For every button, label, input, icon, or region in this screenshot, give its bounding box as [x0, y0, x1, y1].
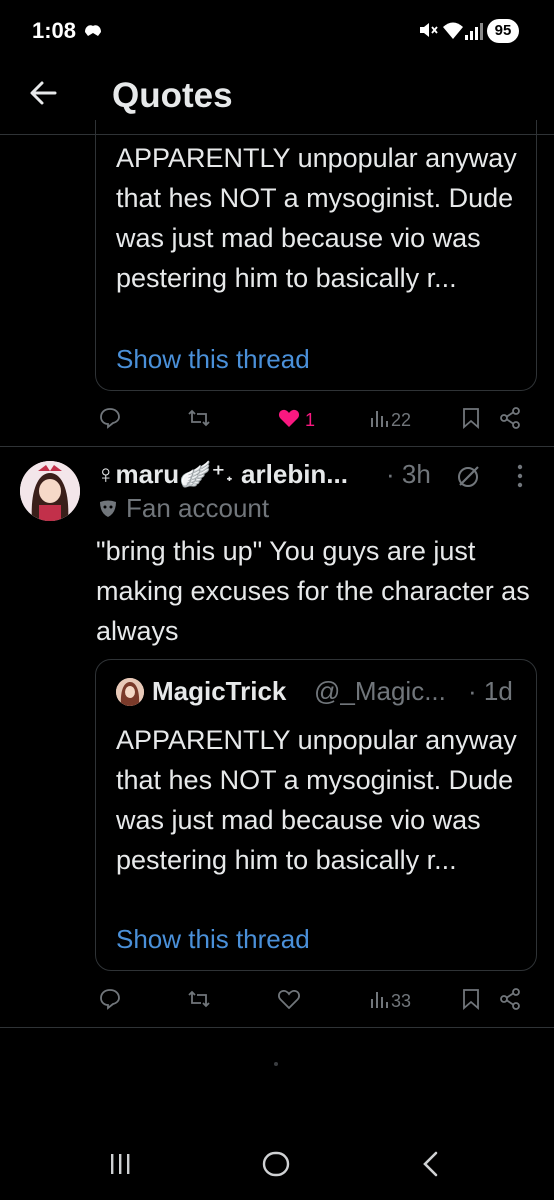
avatar[interactable] [20, 461, 80, 521]
notification-icon [82, 20, 104, 45]
quoted-post-card[interactable]: APPARENTLY unpopular anyway that hes NOT… [95, 120, 537, 391]
system-nav-bar [0, 1120, 554, 1200]
like-icon[interactable] [278, 989, 300, 1014]
post-text: "bring this up" You guys are just making… [96, 536, 530, 646]
quoted-post-card[interactable]: MagicTrick @_Magic... · 1d APPARENTLY un… [95, 659, 537, 971]
bookmark-icon[interactable] [461, 407, 481, 434]
loading-indicator [274, 1062, 278, 1066]
quoted-handle: @_Magic... [314, 676, 446, 706]
fan-account-badge: Fan account [126, 493, 270, 523]
views-icon[interactable] [369, 989, 389, 1014]
post-divider [0, 1027, 554, 1028]
quoted-post-text: APPARENTLY unpopular anyway that hes NOT… [116, 725, 517, 875]
bookmark-icon[interactable] [461, 988, 481, 1015]
post-time: · 3h [386, 459, 431, 489]
reply-icon[interactable] [99, 407, 121, 434]
views-icon[interactable] [369, 408, 389, 433]
recent-apps-icon[interactable] [108, 1152, 132, 1181]
signal-icon [464, 22, 484, 45]
battery-indicator: 95 [487, 19, 519, 43]
quoted-author: MagicTrick [152, 676, 287, 706]
grok-icon[interactable] [456, 463, 482, 494]
back-nav-icon[interactable] [420, 1150, 440, 1183]
like-icon-active[interactable] [278, 408, 300, 433]
repost-icon[interactable] [187, 988, 211, 1015]
quoted-post-text: APPARENTLY unpopular anyway that hes NOT… [116, 143, 517, 293]
show-thread-link[interactable]: Show this thread [116, 344, 310, 375]
reply-icon[interactable] [99, 988, 121, 1015]
display-name[interactable]: ♀maru🪽⁺˖ arlebin... [96, 459, 348, 490]
quoted-avatar [116, 678, 144, 706]
like-count: 1 [305, 410, 316, 430]
theater-mask-icon [98, 499, 118, 524]
share-icon[interactable] [499, 988, 521, 1015]
reply-post[interactable]: ♀maru🪽⁺˖ arlebin... · 3h Fan account "br… [0, 447, 554, 1027]
views-count: 33 [391, 991, 412, 1011]
back-arrow-icon[interactable] [28, 78, 58, 113]
status-bar: 1:08 95 [0, 0, 554, 62]
quoted-time: · 1d [468, 676, 513, 706]
share-icon[interactable] [499, 407, 521, 434]
views-count: 22 [391, 410, 412, 430]
post-actions: 33 [95, 985, 535, 1015]
mute-icon [418, 20, 438, 45]
repost-icon[interactable] [187, 407, 211, 434]
home-icon[interactable] [262, 1151, 290, 1182]
more-options-icon[interactable] [516, 463, 524, 494]
show-thread-link[interactable]: Show this thread [116, 924, 310, 955]
post-actions: 1 22 [95, 404, 535, 434]
page-title: Quotes [112, 76, 233, 115]
wifi-icon [442, 20, 464, 45]
status-time: 1:08 [32, 18, 77, 43]
